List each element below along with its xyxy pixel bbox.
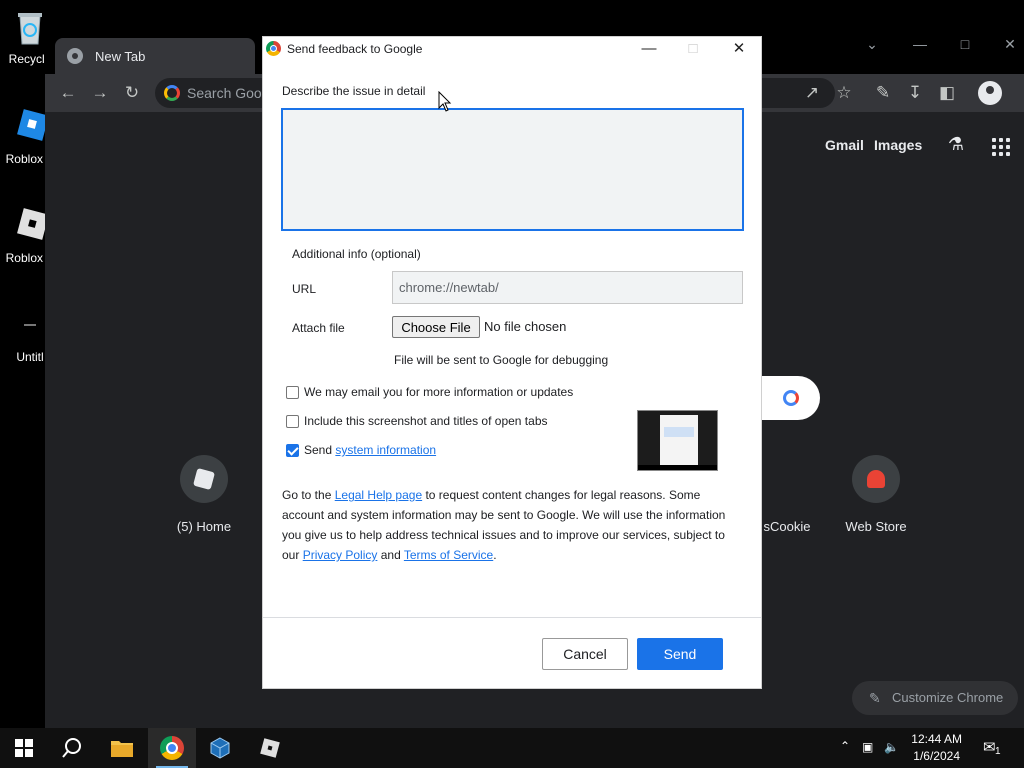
terms-of-service-link[interactable]: Terms of Service: [404, 548, 493, 562]
legal-text-1: Go to the: [282, 488, 332, 502]
search-icon: [62, 738, 81, 758]
choose-file-button[interactable]: Choose File: [392, 316, 480, 338]
url-label: URL: [292, 282, 317, 296]
system-info-option[interactable]: Send system information: [286, 443, 436, 457]
no-file-chosen-text: No file chosen: [484, 319, 567, 334]
bookmark-star-icon[interactable]: ☆: [833, 82, 855, 104]
minimize-button[interactable]: —: [905, 36, 935, 52]
lens-search-button[interactable]: [760, 376, 820, 420]
profile-avatar-icon[interactable]: [978, 81, 1002, 105]
google-apps-grid-icon[interactable]: [992, 138, 1010, 156]
taskbar: ⌃ ▣ 🔈 12:44 AM 1/6/2024 ✉ 1: [0, 728, 1024, 768]
screenshot-checkbox-label: Include this screenshot and titles of op…: [304, 414, 548, 428]
cancel-button[interactable]: Cancel: [542, 638, 628, 670]
legal-text-3: and: [380, 548, 401, 562]
privacy-policy-link[interactable]: Privacy Policy: [303, 548, 378, 562]
folder-icon: [111, 741, 133, 757]
url-field[interactable]: [392, 271, 743, 304]
shortcut-label: (5) Home: [176, 519, 232, 534]
email-checkbox[interactable]: [286, 385, 299, 399]
system-info-prefix: Send: [304, 443, 333, 457]
clock-date: 1/6/2024: [913, 749, 960, 763]
file-explorer-button[interactable]: [98, 728, 146, 768]
maximize-button[interactable]: □: [950, 36, 980, 52]
cube-icon: [210, 737, 230, 759]
shortcut-web-store[interactable]: Web Store: [826, 455, 926, 534]
dialog-title: Send feedback to Google: [287, 42, 423, 56]
labs-flask-icon[interactable]: ⚗: [948, 134, 964, 155]
pencil-icon: ✎: [869, 690, 881, 706]
attach-file-label: Attach file: [292, 321, 345, 335]
chrome-logo-icon: [266, 41, 281, 56]
clock-time: 12:44 AM: [911, 732, 962, 746]
extensions-puzzle-icon[interactable]: ✎: [872, 82, 894, 104]
network-icon[interactable]: ▣: [862, 740, 873, 754]
email-checkbox-label: We may email you for more information or…: [304, 385, 574, 399]
send-button[interactable]: Send: [637, 638, 723, 670]
google-lens-icon: [783, 390, 799, 406]
gmail-link[interactable]: Gmail: [825, 137, 864, 153]
share-icon[interactable]: ↗: [801, 82, 823, 104]
tab-search-chevron-icon[interactable]: ⌄: [857, 36, 887, 53]
tab-new-tab[interactable]: New Tab: [55, 38, 255, 74]
clock[interactable]: 12:44 AM 1/6/2024: [911, 731, 962, 765]
back-arrow-icon[interactable]: ←: [57, 82, 79, 104]
reload-icon[interactable]: ↻: [121, 82, 143, 104]
describe-label: Describe the issue in detail: [282, 84, 426, 98]
system-info-checkbox[interactable]: [286, 443, 299, 457]
chrome-logo-icon: [160, 736, 184, 760]
legal-text-4: .: [493, 548, 497, 562]
roblox-taskbar-button[interactable]: [246, 728, 294, 768]
system-information-link[interactable]: system information: [335, 443, 436, 457]
legal-text: Go to the Legal Help page to request con…: [282, 485, 745, 565]
shortcut-label: Web Store: [845, 519, 907, 534]
windows-logo-icon: [15, 739, 33, 757]
document-icon: [10, 306, 50, 346]
download-icon[interactable]: ↧: [904, 82, 926, 104]
customize-label: Customize Chrome: [892, 690, 1004, 705]
shortcut-home[interactable]: (5) Home: [154, 455, 254, 534]
notifications-icon[interactable]: ✉: [983, 738, 996, 756]
search-button[interactable]: [48, 728, 96, 768]
roblox-player-icon: [10, 207, 50, 247]
omnibox-placeholder: Search Goog: [187, 85, 270, 101]
legal-help-link[interactable]: Legal Help page: [335, 488, 422, 502]
dialog-divider: [263, 617, 761, 618]
dialog-close-button[interactable]: ✕: [729, 39, 749, 59]
debug-note: File will be sent to Google for debuggin…: [394, 353, 609, 367]
screenshot-checkbox[interactable]: [286, 414, 299, 428]
email-option[interactable]: We may email you for more information or…: [286, 385, 573, 399]
describe-issue-textarea[interactable]: [281, 108, 744, 231]
screenshot-option[interactable]: Include this screenshot and titles of op…: [286, 414, 548, 428]
tab-title: New Tab: [95, 48, 146, 64]
recycle-bin-icon: [10, 8, 50, 48]
google-g-icon: [164, 85, 180, 101]
start-button[interactable]: [0, 728, 48, 768]
roblox-studio-icon: [10, 108, 50, 148]
volume-muted-icon[interactable]: 🔈: [884, 740, 899, 754]
additional-info-label: Additional info (optional): [292, 247, 421, 261]
customize-chrome-button[interactable]: ✎ Customize Chrome: [852, 681, 1018, 715]
desktop: Recycle Roblox S Roblox P Untitl New Tab…: [0, 0, 1024, 768]
images-link[interactable]: Images: [874, 137, 922, 153]
dialog-minimize-button[interactable]: —: [639, 39, 659, 59]
roblox-icon: [260, 738, 280, 758]
feedback-dialog: Send feedback to Google — □ ✕ Describe t…: [262, 36, 762, 689]
chrome-taskbar-button[interactable]: [148, 728, 196, 768]
notification-count: 1: [995, 746, 1001, 757]
roblox-shortcut-icon: [180, 455, 228, 503]
chrome-favicon-icon: [67, 48, 83, 64]
close-window-button[interactable]: ✕: [995, 36, 1024, 53]
forward-arrow-icon[interactable]: →: [89, 82, 111, 104]
web-store-icon: [852, 455, 900, 503]
side-panel-icon[interactable]: ◧: [936, 82, 958, 104]
dialog-title-bar[interactable]: Send feedback to Google — □ ✕: [263, 37, 761, 61]
show-hidden-icons-chevron-icon[interactable]: ⌃: [840, 739, 850, 753]
virtualbox-taskbar-button[interactable]: [196, 728, 244, 768]
screenshot-thumbnail[interactable]: [637, 410, 718, 471]
dialog-maximize-button: □: [688, 40, 698, 57]
